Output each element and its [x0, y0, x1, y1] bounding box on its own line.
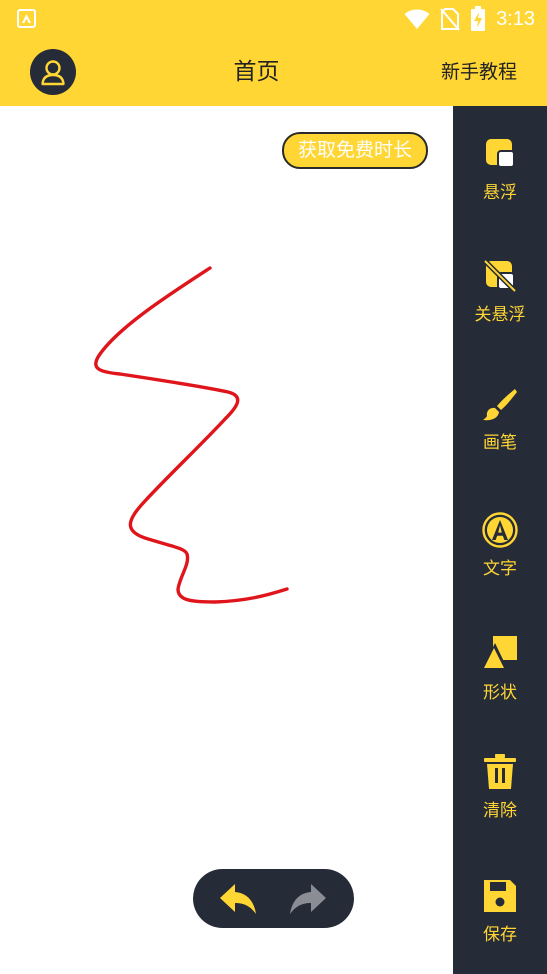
tutorial-link[interactable]: 新手教程 [441, 38, 517, 106]
tool-shape[interactable]: 形状 [453, 634, 547, 714]
tool-label: 形状 [483, 683, 517, 703]
tool-label: 清除 [483, 801, 517, 821]
tool-brush[interactable]: 画笔 [453, 384, 547, 464]
free-time-button[interactable]: 获取免费时长 [282, 132, 428, 169]
undo-button[interactable] [219, 881, 259, 917]
battery-charging-icon [471, 6, 486, 31]
tool-label: 保存 [483, 925, 517, 945]
text-a-icon [480, 510, 520, 550]
tool-sidebar: 悬浮 关悬浮 画笔 文字 形状 清除 保存 [453, 106, 547, 974]
brush-icon [480, 384, 520, 424]
redo-button[interactable] [287, 881, 327, 917]
undo-redo-bar [193, 869, 354, 928]
app-screen: 3:13 首页 新手教程 获取免费时长 悬浮 关悬浮 画笔 文字 形状 清除 保… [0, 0, 547, 974]
drawn-stroke [94, 266, 289, 604]
tool-label: 文字 [483, 559, 517, 579]
tool-label: 画笔 [483, 433, 517, 453]
page-title: 首页 [233, 59, 280, 85]
tool-label: 悬浮 [483, 183, 517, 203]
app-header: 首页 新手教程 [0, 38, 547, 106]
tool-float[interactable]: 悬浮 [453, 134, 547, 214]
no-sim-icon [440, 8, 460, 31]
wifi-icon [404, 9, 430, 29]
float-off-icon [480, 256, 520, 296]
tool-text[interactable]: 文字 [453, 510, 547, 590]
status-bar: 3:13 [0, 0, 547, 38]
user-icon [41, 60, 65, 86]
tool-float-off[interactable]: 关悬浮 [453, 256, 547, 336]
red-freehand-stroke [94, 266, 289, 604]
user-avatar-button[interactable] [30, 49, 76, 95]
redo-icon [290, 884, 326, 914]
float-window-icon [480, 134, 520, 174]
tool-clear[interactable]: 清除 [453, 752, 547, 832]
status-indicators: 3:13 [404, 5, 535, 33]
tool-label: 关悬浮 [474, 305, 526, 325]
status-time: 3:13 [496, 7, 535, 30]
drawing-canvas[interactable]: 获取免费时长 [0, 106, 453, 974]
undo-icon [220, 884, 256, 914]
trash-icon [480, 752, 520, 792]
app-notification-icon [17, 9, 36, 28]
shape-icon [480, 634, 520, 674]
tool-save[interactable]: 保存 [453, 876, 547, 956]
save-icon [480, 876, 520, 916]
